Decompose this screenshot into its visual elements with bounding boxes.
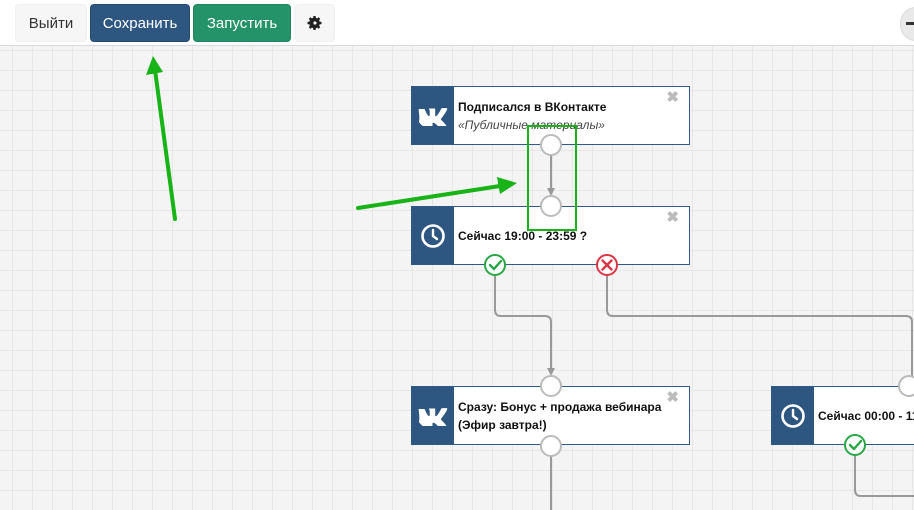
yes-check-icon[interactable] (844, 434, 866, 456)
annotation-arrow-right (356, 177, 517, 210)
input-port[interactable] (898, 375, 914, 397)
output-port[interactable] (540, 134, 562, 156)
annotation-arrow-up (146, 56, 177, 221)
output-port[interactable] (540, 435, 562, 457)
input-port[interactable] (540, 375, 562, 397)
no-cross-icon[interactable] (596, 254, 618, 276)
input-port[interactable] (540, 195, 562, 217)
yes-check-icon[interactable] (484, 254, 506, 276)
ports-layer (146, 56, 914, 457)
